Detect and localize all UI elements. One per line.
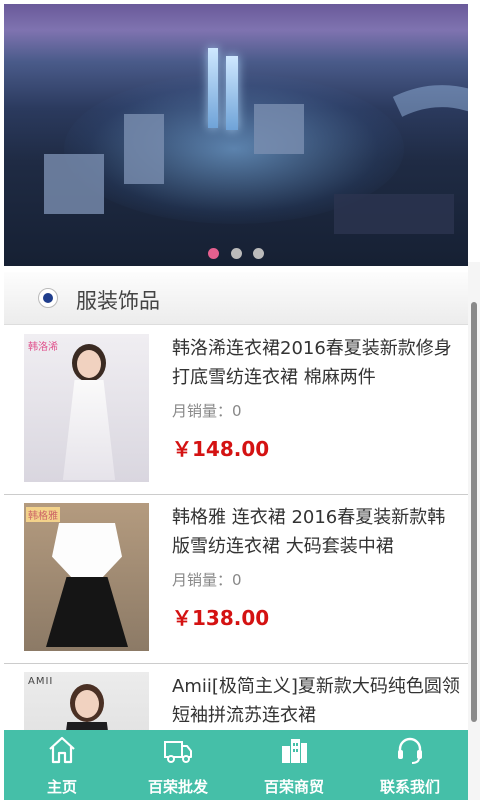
tab-trade[interactable]: 百荣商贸 bbox=[236, 730, 352, 800]
product-sales: 月销量：0 bbox=[172, 571, 242, 589]
tab-label: 百荣商贸 bbox=[263, 778, 324, 796]
product-brand-logo: AMII bbox=[28, 676, 54, 687]
product-image[interactable]: 韩格雅 bbox=[24, 503, 149, 651]
headset-icon bbox=[398, 737, 422, 764]
product-title[interactable]: 韩格雅 连衣裙 2016春夏装新款韩版雪纺连衣裙 大码套装中裙 bbox=[172, 503, 462, 561]
tab-label: 主页 bbox=[46, 778, 77, 796]
carousel-dot-2[interactable] bbox=[230, 248, 242, 259]
tab-contact[interactable]: 联系我们 bbox=[352, 730, 468, 800]
carousel-dot-1[interactable] bbox=[208, 248, 220, 259]
tab-home[interactable]: 主页 bbox=[4, 730, 120, 800]
app-frame: 服装饰品 韩洛浠 韩洛浠连衣裙2016春夏装新款修身打底雪纺连衣裙 棉麻两件 月… bbox=[4, 4, 468, 800]
product-item[interactable]: 韩格雅 韩格雅 连衣裙 2016春夏装新款韩版雪纺连衣裙 大码套装中裙 月销量：… bbox=[4, 495, 468, 664]
product-brand-logo: 韩格雅 bbox=[26, 507, 60, 522]
tab-label: 百荣批发 bbox=[147, 778, 208, 796]
tab-label: 联系我们 bbox=[379, 778, 440, 796]
buildings-icon bbox=[282, 739, 307, 763]
section-radio-icon bbox=[38, 288, 58, 308]
product-item[interactable]: 韩洛浠 韩洛浠连衣裙2016春夏装新款修身打底雪纺连衣裙 棉麻两件 月销量：0 … bbox=[4, 326, 468, 495]
section-title: 服装饰品 bbox=[76, 289, 160, 313]
product-brand-logo: 韩洛浠 bbox=[28, 342, 58, 353]
tab-wholesale[interactable]: 百荣批发 bbox=[120, 730, 236, 800]
carousel-dot-3[interactable] bbox=[252, 248, 264, 259]
truck-icon bbox=[164, 741, 192, 763]
product-title[interactable]: Amii[极简主义]夏新款大码纯色圆领短袖拼流苏连衣裙 bbox=[172, 672, 462, 730]
section-header: 服装饰品 bbox=[4, 272, 468, 325]
bottom-tab-bar: 主页 百荣批发 百荣商贸 联系我们 bbox=[4, 730, 468, 800]
carousel-indicators bbox=[4, 244, 468, 263]
scrollbar-thumb[interactable] bbox=[471, 302, 477, 722]
product-sales: 月销量：0 bbox=[172, 402, 242, 420]
product-image[interactable]: 韩洛浠 bbox=[24, 334, 149, 482]
banner-carousel[interactable] bbox=[4, 4, 468, 266]
scrollbar[interactable] bbox=[468, 262, 480, 800]
product-list: 韩洛浠 韩洛浠连衣裙2016春夏装新款修身打底雪纺连衣裙 棉麻两件 月销量：0 … bbox=[4, 326, 468, 800]
home-icon bbox=[49, 736, 75, 764]
product-price: ￥148.00 bbox=[172, 437, 270, 461]
product-price: ￥138.00 bbox=[172, 606, 270, 630]
product-title[interactable]: 韩洛浠连衣裙2016春夏装新款修身打底雪纺连衣裙 棉麻两件 bbox=[172, 334, 462, 392]
